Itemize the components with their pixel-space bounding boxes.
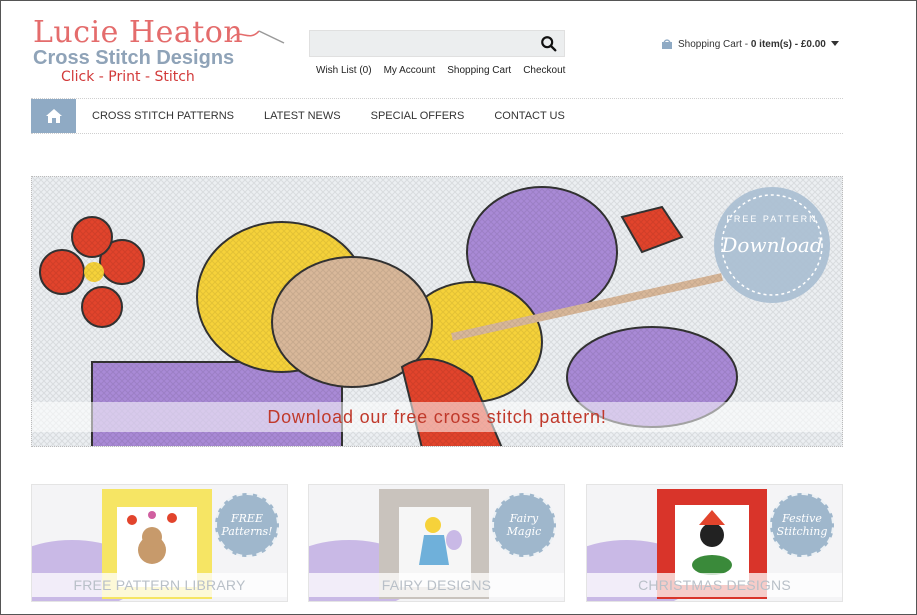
tile-fairy-designs[interactable]: Fairy Magic FAIRY DESIGNS — [308, 484, 565, 602]
search-icon[interactable] — [540, 35, 558, 53]
needle-thread-icon: x — [230, 30, 285, 44]
chevron-down-icon[interactable] — [830, 41, 839, 47]
logo-tagline: Click - Print - Stitch — [61, 69, 195, 85]
nav-cross-stitch-patterns[interactable]: CROSS STITCH PATTERNS — [92, 110, 234, 122]
top-links: Wish List (0) My Account Shopping Cart C… — [316, 65, 565, 76]
wishlist-link[interactable]: Wish List (0) — [316, 65, 372, 76]
logo-subtitle: Cross Stitch Designs — [33, 47, 235, 69]
tile-free-pattern-library[interactable]: FREE Patterns! FREE PATTERN LIBRARY — [31, 484, 288, 602]
nav-special-offers[interactable]: SPECIAL OFFERS — [371, 110, 465, 122]
search-input[interactable] — [310, 31, 546, 56]
hero-banner[interactable]: FREE PATTERN Download Download our free … — [31, 176, 843, 447]
tile-label: CHRISTMAS DESIGNS — [587, 573, 842, 597]
site-logo[interactable]: Lucie Heaton Cross Stitch Designs Click … — [33, 17, 293, 87]
cart-label: Shopping Cart - — [678, 38, 751, 50]
cart-total: 0 item(s) - £0.00 — [750, 38, 826, 50]
tile-label: FREE PATTERN LIBRARY — [32, 573, 287, 597]
cart-summary[interactable]: Shopping Cart - 0 item(s) - £0.00 — [661, 38, 839, 50]
tile-christmas-designs[interactable]: Festive Stitching CHRISTMAS DESIGNS — [586, 484, 843, 602]
checkout-link[interactable]: Checkout — [523, 65, 565, 76]
home-icon — [45, 109, 62, 123]
badge-top-text: FREE PATTERN — [726, 214, 817, 224]
banner-caption: Download our free cross stitch pattern! — [32, 402, 842, 432]
tile-label: FAIRY DESIGNS — [309, 573, 564, 597]
search-bar — [309, 30, 565, 57]
nav-latest-news[interactable]: LATEST NEWS — [264, 110, 341, 122]
nav-home[interactable] — [31, 99, 76, 133]
main-nav: CROSS STITCH PATTERNS LATEST NEWS SPECIA… — [31, 98, 843, 134]
shopping-cart-link[interactable]: Shopping Cart — [447, 65, 511, 76]
basket-icon — [662, 39, 672, 49]
tile-badge: Festive Stitching — [770, 493, 834, 557]
nav-contact-us[interactable]: CONTACT US — [494, 110, 565, 122]
badge-download-text: Download — [720, 233, 822, 257]
tile-badge: FREE Patterns! — [215, 493, 279, 557]
my-account-link[interactable]: My Account — [384, 65, 436, 76]
tile-badge: Fairy Magic — [492, 493, 556, 557]
